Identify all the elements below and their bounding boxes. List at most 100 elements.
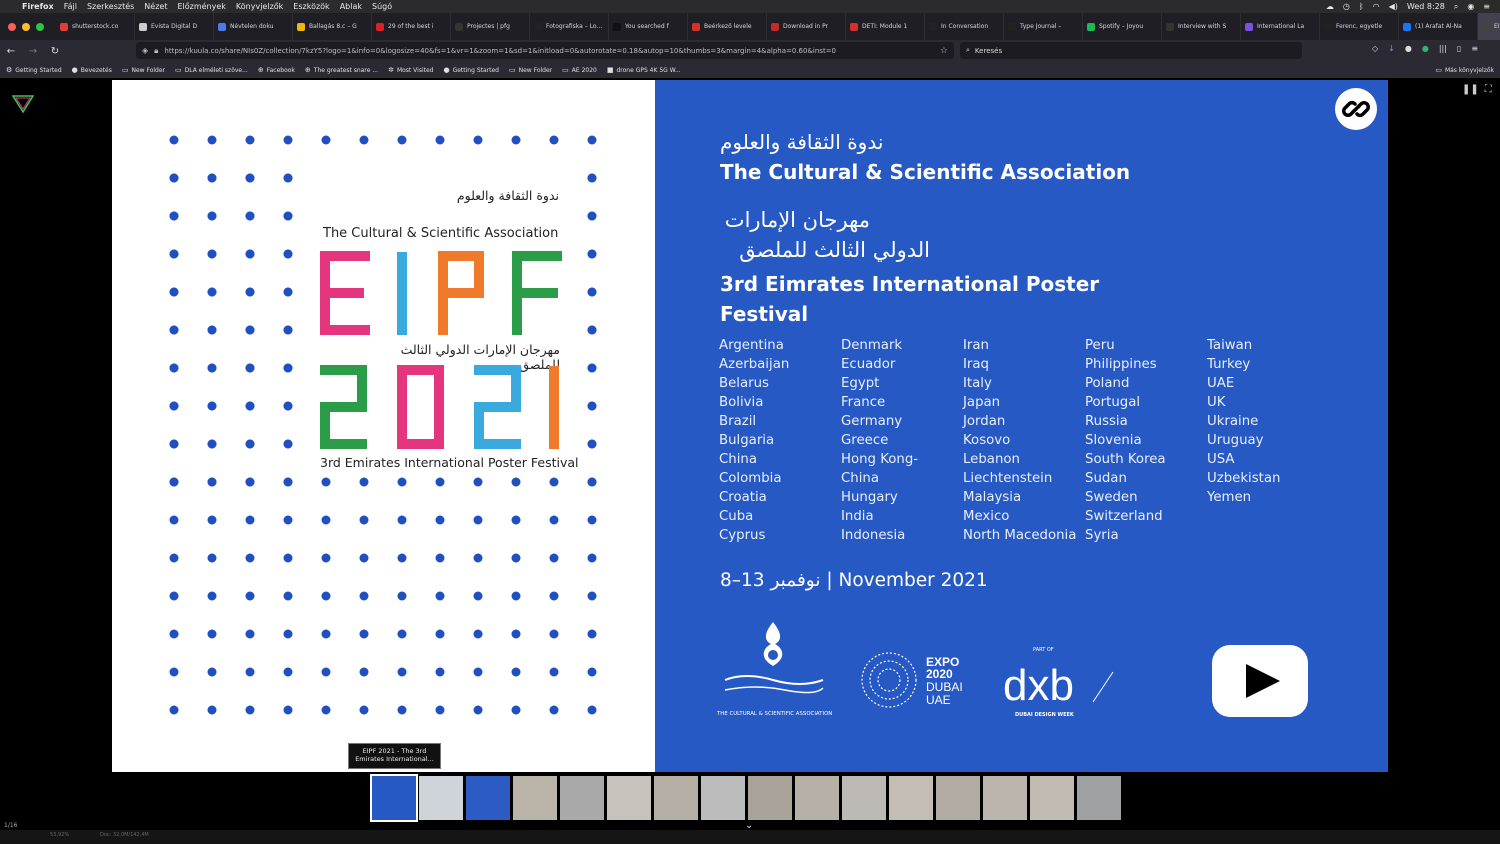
browser-tab[interactable]: (1) Arafat Al-Na: [1399, 13, 1478, 40]
extension-green-icon[interactable]: ●: [1422, 44, 1429, 53]
bookmark-item[interactable]: ▭ AE 2020: [562, 66, 597, 74]
thumbnail-item[interactable]: [748, 776, 792, 820]
bookmark-item[interactable]: ■ drone GPS 4K 5G W...: [607, 66, 681, 74]
thumbnail-item[interactable]: [513, 776, 557, 820]
fullscreen-icon[interactable]: ⛶: [1485, 84, 1492, 95]
dot: [321, 667, 331, 677]
browser-tab[interactable]: Fotografiska – Logo: [530, 13, 609, 40]
menu-history[interactable]: Előzmények: [177, 2, 225, 11]
close-window-button[interactable]: [8, 22, 16, 31]
menu-bookmarks[interactable]: Könyvjelzők: [236, 2, 283, 11]
thumbnail-item[interactable]: [466, 776, 510, 820]
forward-icon[interactable]: →: [22, 46, 44, 57]
thumbnail-item[interactable]: [936, 776, 980, 820]
tab-label: Evista Digital D: [151, 23, 198, 30]
time-machine-icon[interactable]: ◷: [1343, 2, 1350, 11]
browser-tab[interactable]: Download in Pr: [767, 13, 846, 40]
pocket-icon[interactable]: ◇: [1372, 44, 1378, 53]
bookmark-item[interactable]: ● Getting Started: [443, 66, 499, 74]
browser-tab[interactable]: 29 of the best i: [372, 13, 451, 40]
browser-tab[interactable]: shutterstock.co: [56, 13, 135, 40]
lock-icon[interactable]: 🔒︎: [154, 46, 158, 56]
thumbnail-item[interactable]: [654, 776, 698, 820]
search-bar[interactable]: ⌕ Keresés: [960, 42, 1302, 59]
menu-window[interactable]: Ablak: [340, 2, 362, 11]
dot: [283, 553, 293, 563]
sidebar-icon[interactable]: ▯: [1457, 44, 1461, 53]
browser-tab[interactable]: EIPF 2021 – T✕: [1478, 13, 1500, 40]
dot: [169, 629, 179, 639]
other-bookmarks[interactable]: ▭ Más könyvjelzők: [1435, 66, 1500, 74]
volume-icon[interactable]: ◀): [1389, 2, 1398, 11]
tracking-protection-icon[interactable]: ◈: [142, 46, 148, 55]
creative-cloud-icon[interactable]: ☁: [1326, 2, 1334, 11]
dot: [169, 553, 179, 563]
back-icon[interactable]: ←: [0, 46, 22, 57]
tab-label: (1) Arafat Al-Na: [1415, 23, 1462, 30]
reload-icon[interactable]: ↻: [44, 46, 66, 57]
browser-tab[interactable]: In Conversation: [925, 13, 1004, 40]
bookmark-star-icon[interactable]: ☆: [940, 46, 948, 56]
bookmark-item[interactable]: ▭ DLA elméleti szöve...: [175, 66, 248, 74]
dot: [169, 173, 179, 183]
thumbnail-item[interactable]: [419, 776, 463, 820]
spotlight-icon[interactable]: ⌕: [1454, 2, 1458, 12]
browser-tab[interactable]: Ferenc, egyetle: [1320, 13, 1399, 40]
play-video-button[interactable]: [1212, 645, 1308, 717]
share-link-button[interactable]: [1335, 88, 1377, 130]
dot: [321, 591, 331, 601]
thumbnail-item[interactable]: [889, 776, 933, 820]
bookmark-item[interactable]: ● Bevezetés: [72, 66, 112, 74]
thumbnail-item[interactable]: [370, 774, 418, 822]
browser-tab[interactable]: Type Journal –: [1004, 13, 1083, 40]
menu-firefox[interactable]: Firefox: [22, 2, 54, 11]
library-icon[interactable]: |||: [1439, 44, 1447, 53]
clock[interactable]: Wed 8:28: [1407, 2, 1445, 11]
bookmark-item[interactable]: ⊕ Facebook: [258, 66, 295, 74]
extension-icon[interactable]: ●: [1405, 44, 1412, 53]
bookmark-item[interactable]: ✲ Most Visited: [388, 66, 433, 74]
browser-tab[interactable]: Névtelen doku: [214, 13, 293, 40]
browser-tab[interactable]: Projectes | pfg: [451, 13, 530, 40]
menu-view[interactable]: Nézet: [144, 2, 167, 11]
url-bar[interactable]: ◈ 🔒︎ https://kuula.co/share/NIs0Z/collec…: [136, 42, 954, 59]
browser-tab[interactable]: Spotify – Joyou: [1083, 13, 1162, 40]
thumbnail-item[interactable]: [795, 776, 839, 820]
bookmark-item[interactable]: ⊕ The greatest snare ...: [305, 66, 378, 74]
countries-column-2: Denmark Ecuador Egypt France Germany Greece Ho…: [841, 336, 963, 545]
browser-tab[interactable]: International La: [1241, 13, 1320, 40]
thumbnail-item[interactable]: [701, 776, 745, 820]
wifi-icon[interactable]: ◠: [1373, 2, 1380, 11]
url-text[interactable]: https://kuula.co/share/NIs0Z/collection/…: [164, 47, 934, 55]
thumbnail-item[interactable]: [607, 776, 651, 820]
browser-tab[interactable]: Interview with S: [1162, 13, 1241, 40]
dot: [169, 401, 179, 411]
browser-tab[interactable]: Beérkező levele: [688, 13, 767, 40]
browser-tab[interactable]: DETI: Module 1: [846, 13, 925, 40]
bluetooth-icon[interactable]: ᛒ: [1359, 2, 1364, 11]
browser-tab[interactable]: Evista Digital D: [135, 13, 214, 40]
search-input[interactable]: Keresés: [975, 47, 1002, 55]
bookmark-item[interactable]: ⚙ Getting Started: [6, 66, 62, 74]
control-center-icon[interactable]: ≡: [1483, 2, 1490, 11]
siri-icon[interactable]: ◉: [1467, 2, 1474, 11]
menu-edit[interactable]: Szerkesztés: [87, 2, 134, 11]
downloads-icon[interactable]: ↓: [1388, 44, 1395, 53]
browser-tab[interactable]: You searched f: [609, 13, 688, 40]
thumbnail-item[interactable]: [1077, 776, 1121, 820]
menu-file[interactable]: Fájl: [64, 2, 77, 11]
thumbnail-item[interactable]: [983, 776, 1027, 820]
thumbnail-item[interactable]: [1030, 776, 1074, 820]
hamburger-menu-icon[interactable]: ≡: [1471, 44, 1478, 53]
kuula-logo-icon[interactable]: [12, 94, 34, 114]
minimize-window-button[interactable]: [22, 22, 30, 31]
browser-tab[interactable]: Ballagás 8.c – G: [293, 13, 372, 40]
bookmark-item[interactable]: ▭ New Folder: [509, 66, 552, 74]
maximize-window-button[interactable]: [36, 22, 44, 31]
bookmark-item[interactable]: ▭ New Folder: [122, 66, 165, 74]
menu-tools[interactable]: Eszközök: [293, 2, 329, 11]
thumbnail-item[interactable]: [842, 776, 886, 820]
pause-icon[interactable]: ❚❚: [1462, 84, 1479, 95]
thumbnail-item[interactable]: [560, 776, 604, 820]
menu-help[interactable]: Súgó: [372, 2, 392, 11]
